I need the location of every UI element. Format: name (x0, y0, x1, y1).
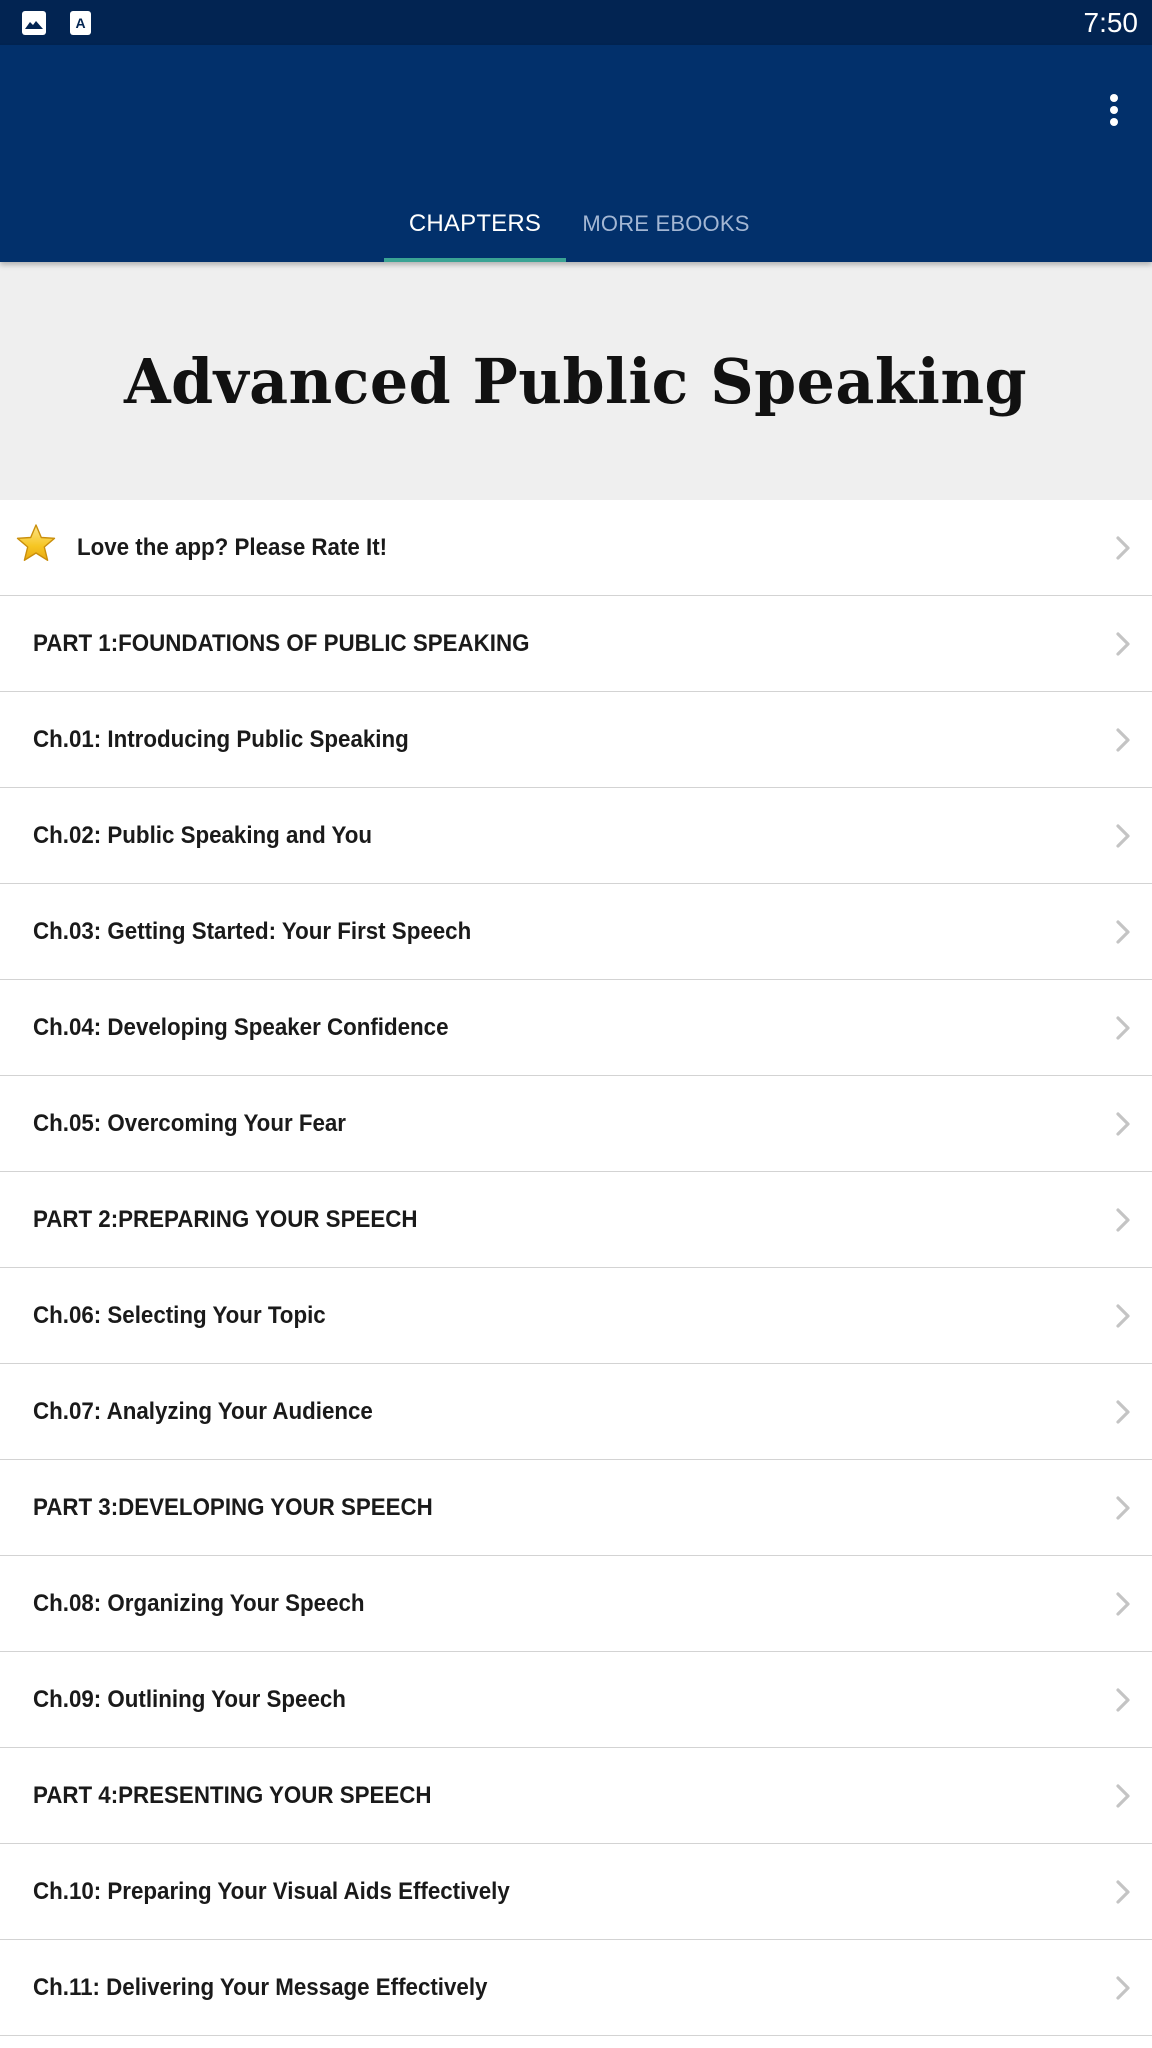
chapter-title: Ch.03: Getting Started: Your First Speec… (33, 917, 472, 945)
chevron-right-icon (1116, 1400, 1130, 1424)
image-notification-icon (22, 11, 46, 35)
chevron-right-icon (1116, 1016, 1130, 1040)
status-bar: A 7:50 (0, 0, 1152, 45)
chevron-right-icon (1116, 1976, 1130, 2000)
part-list-item[interactable]: PART 1:FOUNDATIONS OF PUBLIC SPEAKING (0, 596, 1152, 692)
status-clock: 7:50 (1083, 7, 1139, 38)
chapter-title: Ch.02: Public Speaking and You (33, 821, 372, 849)
tab-more-ebooks[interactable]: MORE EBOOKS (566, 185, 766, 262)
chapter-list-item[interactable]: Ch.05: Overcoming Your Fear (0, 1076, 1152, 1172)
active-tab-indicator (384, 258, 566, 262)
book-title-banner: Advanced Public Speaking (0, 262, 1152, 500)
chevron-right-icon (1116, 632, 1130, 656)
chapter-title: Ch.09: Outlining Your Speech (33, 1685, 346, 1713)
chapter-title: Ch.01: Introducing Public Speaking (33, 725, 409, 753)
star-icon (16, 524, 56, 561)
chevron-right-icon (1116, 536, 1130, 560)
font-icon-letter: A (75, 15, 86, 31)
book-title: Advanced Public Speaking (124, 344, 1028, 418)
chevron-right-icon (1116, 1880, 1130, 1904)
chevron-right-icon (1116, 824, 1130, 848)
chapter-list-item[interactable]: Ch.04: Developing Speaker Confidence (0, 980, 1152, 1076)
more-vert-icon-dot (1110, 118, 1118, 126)
chapter-list-item[interactable]: Ch.06: Selecting Your Topic (0, 1268, 1152, 1364)
chevron-right-icon (1116, 728, 1130, 752)
chapter-list-item[interactable]: Ch.11: Delivering Your Message Effective… (0, 1940, 1152, 2036)
chapter-list-item[interactable]: Ch.03: Getting Started: Your First Speec… (0, 884, 1152, 980)
part-list-item[interactable]: PART 3:DEVELOPING YOUR SPEECH (0, 1460, 1152, 1556)
rate-app-item[interactable]: Love the app? Please Rate It! (0, 500, 1152, 596)
chevron-right-icon (1116, 1784, 1130, 1808)
chapter-list-item[interactable]: Ch.09: Outlining Your Speech (0, 1652, 1152, 1748)
part-title: PART 4:PRESENTING YOUR SPEECH (33, 1781, 432, 1809)
chapter-list-item[interactable]: Ch.08: Organizing Your Speech (0, 1556, 1152, 1652)
chapter-list-item[interactable]: Ch.02: Public Speaking and You (0, 788, 1152, 884)
chapter-title: Ch.05: Overcoming Your Fear (33, 1109, 346, 1137)
chevron-right-icon (1116, 1304, 1130, 1328)
chapter-title: Ch.07: Analyzing Your Audience (33, 1397, 373, 1425)
chevron-right-icon (1116, 1688, 1130, 1712)
more-options-button[interactable] (1094, 85, 1134, 135)
part-title: PART 3:DEVELOPING YOUR SPEECH (33, 1493, 433, 1521)
part-title: PART 2:PREPARING YOUR SPEECH (33, 1205, 418, 1233)
chevron-right-icon (1116, 1496, 1130, 1520)
chapter-title: Ch.11: Delivering Your Message Effective… (33, 1973, 488, 2001)
more-vert-icon (1110, 94, 1118, 102)
chapter-title: Ch.10: Preparing Your Visual Aids Effect… (33, 1877, 510, 1905)
chapter-list-item[interactable]: Ch.07: Analyzing Your Audience (0, 1364, 1152, 1460)
chapter-list: Love the app? Please Rate It! PART 1:FOU… (0, 500, 1152, 2036)
font-notification-icon: A (70, 11, 91, 35)
more-vert-icon-dot (1110, 106, 1118, 114)
part-list-item[interactable]: PART 2:PREPARING YOUR SPEECH (0, 1172, 1152, 1268)
chapter-list-item[interactable]: Ch.10: Preparing Your Visual Aids Effect… (0, 1844, 1152, 1940)
part-list-item[interactable]: PART 4:PRESENTING YOUR SPEECH (0, 1748, 1152, 1844)
app-bar: CHAPTERS MORE EBOOKS (0, 45, 1152, 262)
rate-app-label: Love the app? Please Rate It! (77, 533, 388, 561)
chevron-right-icon (1116, 1592, 1130, 1616)
part-title: PART 1:FOUNDATIONS OF PUBLIC SPEAKING (33, 629, 530, 657)
tab-bar: CHAPTERS MORE EBOOKS (0, 185, 1152, 262)
chapter-title: Ch.08: Organizing Your Speech (33, 1589, 365, 1617)
chevron-right-icon (1116, 920, 1130, 944)
chapter-list-item[interactable]: Ch.01: Introducing Public Speaking (0, 692, 1152, 788)
tab-chapters[interactable]: CHAPTERS (384, 185, 566, 262)
chapter-title: Ch.04: Developing Speaker Confidence (33, 1013, 449, 1041)
chevron-right-icon (1116, 1112, 1130, 1136)
chevron-right-icon (1116, 1208, 1130, 1232)
chapter-title: Ch.06: Selecting Your Topic (33, 1301, 326, 1329)
